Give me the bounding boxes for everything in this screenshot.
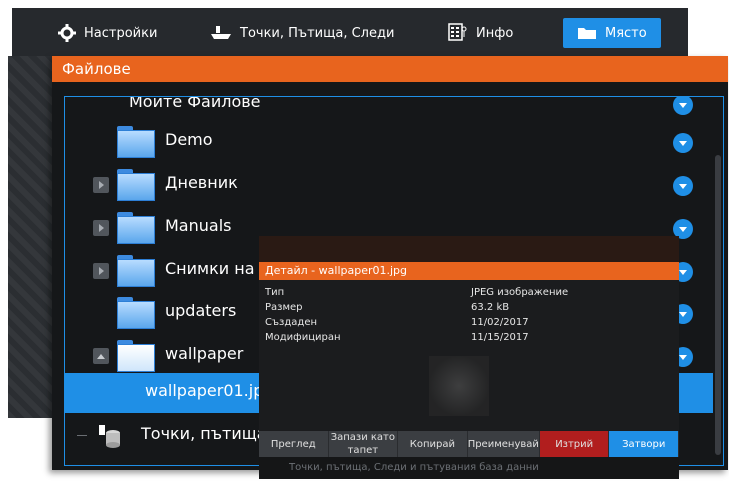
background-map	[8, 56, 58, 418]
list-item-label: Demo	[165, 130, 213, 149]
detail-key-modified: Модифициран	[265, 332, 341, 343]
close-button[interactable]: Затвори	[609, 431, 680, 457]
rename-button[interactable]: Преименувай	[467, 431, 540, 457]
list-item[interactable]: Demo	[65, 121, 705, 163]
list-item-label: Снимки на е	[165, 259, 270, 278]
folder-icon	[117, 297, 155, 329]
list-item-label: updaters	[165, 301, 237, 320]
dialog-button-bar: Преглед Запази като тапет Копирай Преиме…	[259, 431, 680, 457]
delete-button[interactable]: Изтрий	[539, 431, 610, 457]
database-icon	[97, 423, 123, 453]
detail-dialog: Детайл - wallpaper01.jpg Тип JPEG изобра…	[259, 236, 680, 479]
detail-value-created: 11/02/2017	[471, 317, 529, 328]
detail-value-modified: 11/15/2017	[471, 332, 529, 343]
dialog-titlebar	[259, 236, 679, 262]
tree-root-label: Моите Файлове	[129, 96, 261, 111]
folder-icon	[117, 255, 155, 287]
image-preview	[429, 356, 489, 416]
chevron-down-icon[interactable]	[673, 133, 693, 153]
list-item-label: Точки, пътища	[141, 424, 267, 443]
detail-title: Детайл - wallpaper01.jpg	[259, 262, 679, 280]
info-icon	[448, 23, 468, 43]
detail-key-type: Тип	[265, 287, 285, 298]
list-item[interactable]: Дневник	[65, 164, 705, 206]
nav-place-label: Място	[605, 25, 647, 41]
boat-icon	[210, 25, 232, 41]
list-item-label: wallpaper	[165, 344, 244, 363]
folder-icon	[577, 26, 597, 40]
folder-icon	[117, 212, 155, 244]
collapse-icon[interactable]	[93, 348, 109, 364]
detail-key-size: Размер	[265, 302, 303, 313]
chevron-down-icon[interactable]	[673, 176, 693, 196]
folder-icon	[117, 169, 155, 201]
expand-icon[interactable]	[93, 220, 109, 236]
nav-settings-label: Настройки	[84, 25, 158, 41]
copy-button[interactable]: Копирай	[398, 431, 468, 457]
nav-info-label: Инфо	[476, 25, 514, 41]
gear-icon	[58, 24, 76, 42]
detail-value-type: JPEG изображение	[471, 287, 569, 298]
nav-waypoints[interactable]: Точки, Пътища, Следи	[210, 18, 394, 48]
nav-waypoints-label: Точки, Пътища, Следи	[240, 25, 395, 41]
expand-icon[interactable]	[93, 177, 109, 193]
expand-icon[interactable]	[93, 263, 109, 279]
dialog-footer-text: Точки, пътища, Следи и пътувания база да…	[259, 457, 679, 479]
files-window-title: Файлове	[52, 56, 728, 82]
chevron-down-icon[interactable]	[673, 97, 693, 115]
folder-icon	[117, 126, 155, 158]
view-button[interactable]: Преглед	[259, 431, 329, 457]
list-item-label: wallpaper01.jp	[145, 381, 264, 400]
detail-key-created: Създаден	[265, 317, 318, 328]
top-navigation-bar: Настройки Точки, Пътища, Следи Инфо Мяст…	[12, 8, 688, 56]
detail-value-size: 63.2 kB	[471, 302, 510, 313]
list-item-label: Manuals	[165, 216, 232, 235]
nav-place[interactable]: Място	[563, 18, 661, 48]
folder-open-icon	[117, 340, 155, 372]
nav-info[interactable]: Инфо	[448, 18, 513, 48]
set-wallpaper-button[interactable]: Запази като тапет	[328, 431, 399, 457]
list-item-label: Дневник	[165, 173, 238, 192]
nav-settings[interactable]: Настройки	[58, 18, 157, 48]
scrollbar[interactable]	[715, 155, 721, 455]
tree-line	[77, 435, 87, 436]
